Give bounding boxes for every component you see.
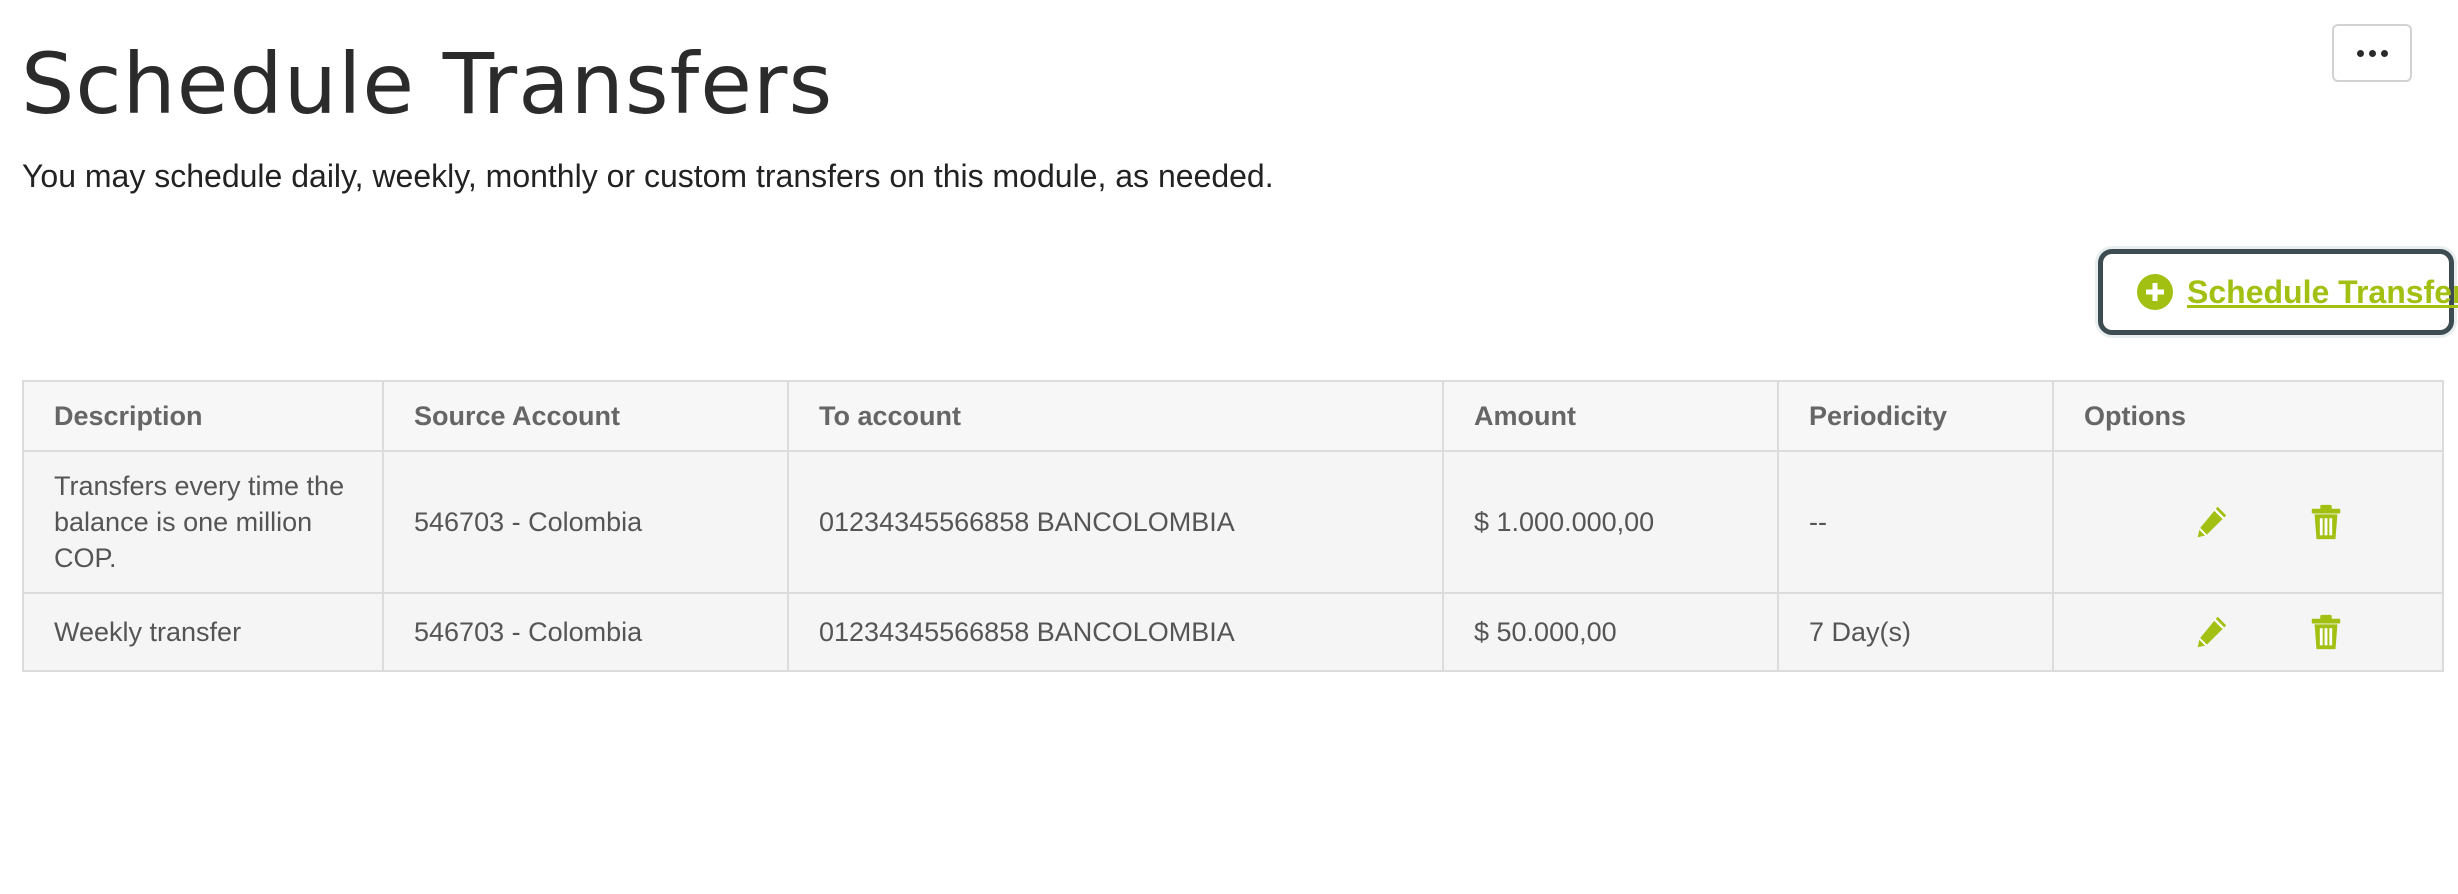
cell-description: Transfers every time the balance is one … (22, 450, 384, 594)
table-row: Transfers every time the balance is one … (22, 450, 2444, 594)
cell-amount: $ 50.000,00 (1442, 592, 1779, 672)
cell-source-account: 546703 - Colombia (382, 450, 789, 594)
cell-options (2052, 450, 2444, 594)
cell-options (2052, 592, 2444, 672)
ellipsis-dot (2380, 49, 2388, 57)
column-header-description: Description (22, 380, 384, 452)
plus-circle-icon (2137, 274, 2173, 310)
page-title: Schedule Transfers (21, 35, 834, 133)
column-header-periodicity: Periodicity (1777, 380, 2054, 452)
trash-icon[interactable] (2306, 502, 2346, 542)
cell-amount: $ 1.000.000,00 (1442, 450, 1779, 594)
cell-source-account: 546703 - Colombia (382, 592, 789, 672)
cell-description: Weekly transfer (22, 592, 384, 672)
pencil-icon[interactable] (2191, 502, 2231, 542)
table-header-row: Description Source Account To account Am… (22, 380, 2444, 452)
column-header-options: Options (2052, 380, 2444, 452)
ellipsis-dot (2368, 49, 2376, 57)
ellipsis-icon (2356, 49, 2364, 57)
page-subtitle: You may schedule daily, weekly, monthly … (22, 158, 1274, 194)
schedule-transfer-label: Schedule Transfer (2187, 273, 2458, 310)
column-header-to-account: To account (787, 380, 1444, 452)
cell-to-account: 01234345566858 BANCOLOMBIA (787, 592, 1444, 672)
cell-to-account: 01234345566858 BANCOLOMBIA (787, 450, 1444, 594)
page: Schedule Transfers You may schedule dail… (0, 0, 2458, 894)
table-row: Weekly transfer 546703 - Colombia 012343… (22, 592, 2444, 672)
trash-icon[interactable] (2306, 612, 2346, 652)
cell-periodicity: 7 Day(s) (1777, 592, 2054, 672)
pencil-icon[interactable] (2191, 612, 2231, 652)
column-header-source-account: Source Account (382, 380, 789, 452)
more-options-button[interactable] (2332, 24, 2412, 82)
column-header-amount: Amount (1442, 380, 1779, 452)
schedule-transfer-button[interactable]: Schedule Transfer (2098, 249, 2458, 335)
cell-periodicity: -- (1777, 450, 2054, 594)
scheduled-transfers-table: Description Source Account To account Am… (22, 380, 2444, 672)
